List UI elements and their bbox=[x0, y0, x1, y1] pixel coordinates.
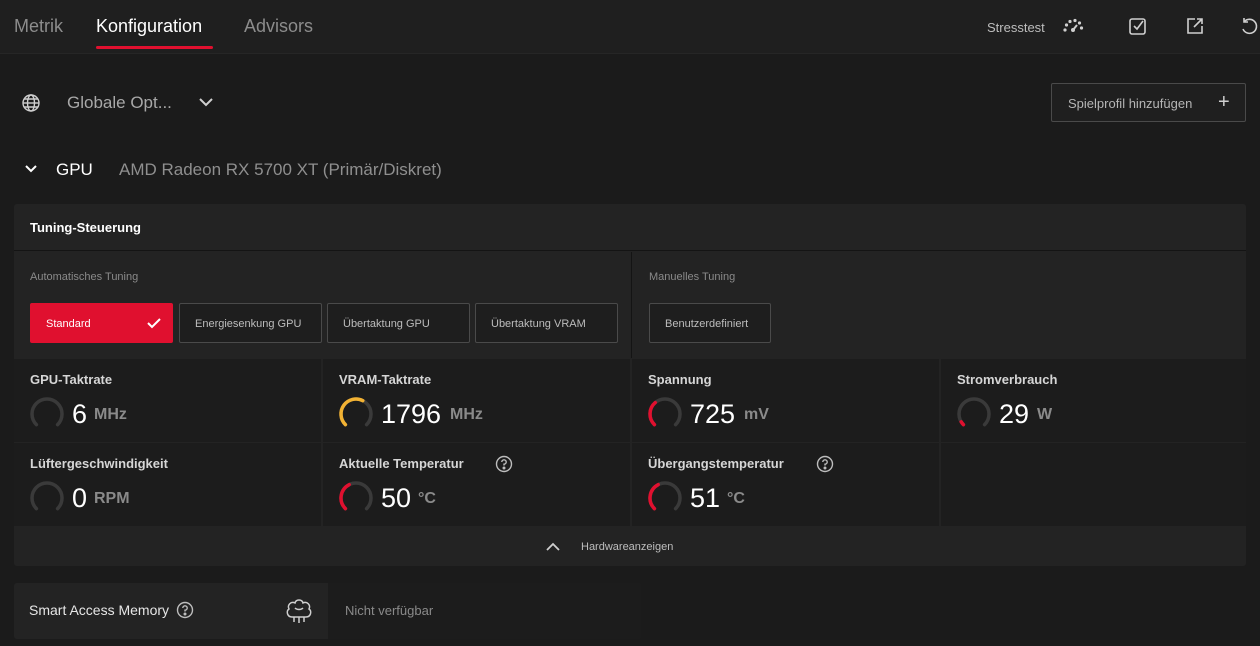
tuning-undervolt-gpu-button[interactable]: Energiesenkung GPU bbox=[179, 303, 322, 343]
hardware-metrics-toggle[interactable]: Hardwareanzeigen bbox=[14, 527, 1246, 566]
chevron-down-icon[interactable] bbox=[197, 93, 215, 111]
tab-advisors[interactable]: Advisors bbox=[244, 16, 313, 37]
sam-value: Nicht verfügbar bbox=[345, 603, 434, 618]
export-icon[interactable] bbox=[1184, 15, 1206, 37]
metric-title: Stromverbrauch bbox=[957, 372, 1058, 387]
button-label: Benutzerdefiniert bbox=[665, 318, 749, 330]
smart-access-memory-row: Smart Access Memory Nicht verfügbar bbox=[14, 583, 641, 639]
metric-vram-clock: VRAM-Taktrate 1796 MHz bbox=[323, 359, 630, 442]
button-label: Übertaktung VRAM bbox=[491, 318, 586, 330]
button-label: Übertaktung GPU bbox=[343, 318, 430, 330]
automatic-tuning-label: Automatisches Tuning bbox=[30, 271, 139, 283]
add-game-profile-button[interactable]: Spielprofil hinzufügen + bbox=[1051, 83, 1246, 122]
tab-konfiguration[interactable]: Konfiguration bbox=[96, 16, 202, 37]
divider bbox=[631, 252, 632, 358]
metric-unit: °C bbox=[418, 490, 436, 507]
tuning-custom-button[interactable]: Benutzerdefiniert bbox=[649, 303, 771, 343]
gauge-icon bbox=[339, 397, 373, 427]
speedometer-icon[interactable] bbox=[1062, 15, 1084, 37]
gpu-label: GPU bbox=[56, 160, 93, 179]
metric-junction-temperature: Übergangstemperatur 51 °C bbox=[632, 443, 939, 526]
button-label: Energiesenkung GPU bbox=[195, 318, 302, 330]
help-icon[interactable] bbox=[816, 455, 834, 473]
metric-value: 6 bbox=[72, 399, 88, 429]
tuning-standard-button[interactable]: Standard bbox=[30, 303, 173, 343]
tuning-overclock-vram-button[interactable]: Übertaktung VRAM bbox=[475, 303, 618, 343]
check-icon bbox=[147, 318, 161, 329]
hardware-metrics-label: Hardwareanzeigen bbox=[581, 541, 674, 553]
metric-unit: MHz bbox=[450, 406, 483, 423]
metric-gpu-clock: GPU-Taktrate 6 MHz bbox=[14, 359, 321, 442]
gpu-model: AMD Radeon RX 5700 XT (Primär/Diskret) bbox=[119, 160, 442, 179]
metric-unit: mV bbox=[744, 406, 769, 423]
reset-icon[interactable] bbox=[1238, 15, 1260, 37]
active-tab-indicator bbox=[96, 46, 213, 49]
chevron-up-icon bbox=[546, 542, 560, 551]
metric-value: 29 bbox=[999, 399, 1030, 429]
metric-title: Übergangstemperatur bbox=[648, 456, 784, 471]
metric-unit: RPM bbox=[94, 490, 130, 507]
help-icon[interactable] bbox=[176, 601, 194, 619]
gauge-icon bbox=[30, 397, 64, 427]
stresstest-label[interactable]: Stresstest bbox=[987, 20, 1045, 35]
metric-value: 50 bbox=[381, 483, 412, 513]
gauge-icon bbox=[339, 481, 373, 511]
gauge-icon bbox=[957, 397, 991, 427]
gauge-icon bbox=[30, 481, 64, 511]
metric-power: Stromverbrauch 29 W bbox=[941, 359, 1246, 442]
metric-title: Lüftergeschwindigkeit bbox=[30, 456, 168, 471]
metric-title: Spannung bbox=[648, 372, 712, 387]
metric-value: 725 bbox=[690, 399, 736, 429]
button-label: Standard bbox=[46, 318, 91, 330]
brain-icon bbox=[286, 599, 312, 623]
panel-header: Tuning-Steuerung bbox=[14, 204, 1246, 251]
plus-icon: + bbox=[1218, 91, 1230, 113]
metric-value: 0 bbox=[72, 483, 88, 513]
metric-unit: °C bbox=[727, 490, 745, 507]
gauge-icon bbox=[648, 481, 682, 511]
panel-title: Tuning-Steuerung bbox=[30, 220, 141, 235]
globe-icon bbox=[21, 93, 41, 113]
chevron-down-icon[interactable] bbox=[22, 160, 40, 178]
manual-tuning-label: Manuelles Tuning bbox=[649, 271, 736, 283]
sam-title: Smart Access Memory bbox=[29, 602, 170, 618]
metric-unit: W bbox=[1037, 406, 1053, 423]
metric-empty-cell bbox=[941, 443, 1246, 526]
metric-value: 1796 bbox=[381, 399, 442, 429]
metric-value: 51 bbox=[690, 483, 721, 513]
metric-voltage: Spannung 725 mV bbox=[632, 359, 939, 442]
gauge-icon bbox=[648, 397, 682, 427]
tab-metrik[interactable]: Metrik bbox=[14, 16, 63, 37]
top-navigation-bar: Metrik Konfiguration Advisors Stresstest bbox=[0, 0, 1260, 54]
import-icon[interactable] bbox=[1127, 15, 1149, 37]
metric-title: Aktuelle Temperatur bbox=[339, 456, 464, 471]
metric-current-temperature: Aktuelle Temperatur 50 °C bbox=[323, 443, 630, 526]
metric-unit: MHz bbox=[94, 406, 127, 423]
profile-selector[interactable]: Globale Opt... bbox=[67, 93, 172, 113]
sam-value-cell: Nicht verfügbar bbox=[328, 583, 641, 639]
metric-fan-speed: Lüftergeschwindigkeit 0 RPM bbox=[14, 443, 321, 526]
add-game-profile-label: Spielprofil hinzufügen bbox=[1068, 96, 1193, 111]
tuning-overclock-gpu-button[interactable]: Übertaktung GPU bbox=[327, 303, 470, 343]
help-icon[interactable] bbox=[495, 455, 513, 473]
metric-title: GPU-Taktrate bbox=[30, 372, 113, 387]
metric-title: VRAM-Taktrate bbox=[339, 372, 432, 387]
